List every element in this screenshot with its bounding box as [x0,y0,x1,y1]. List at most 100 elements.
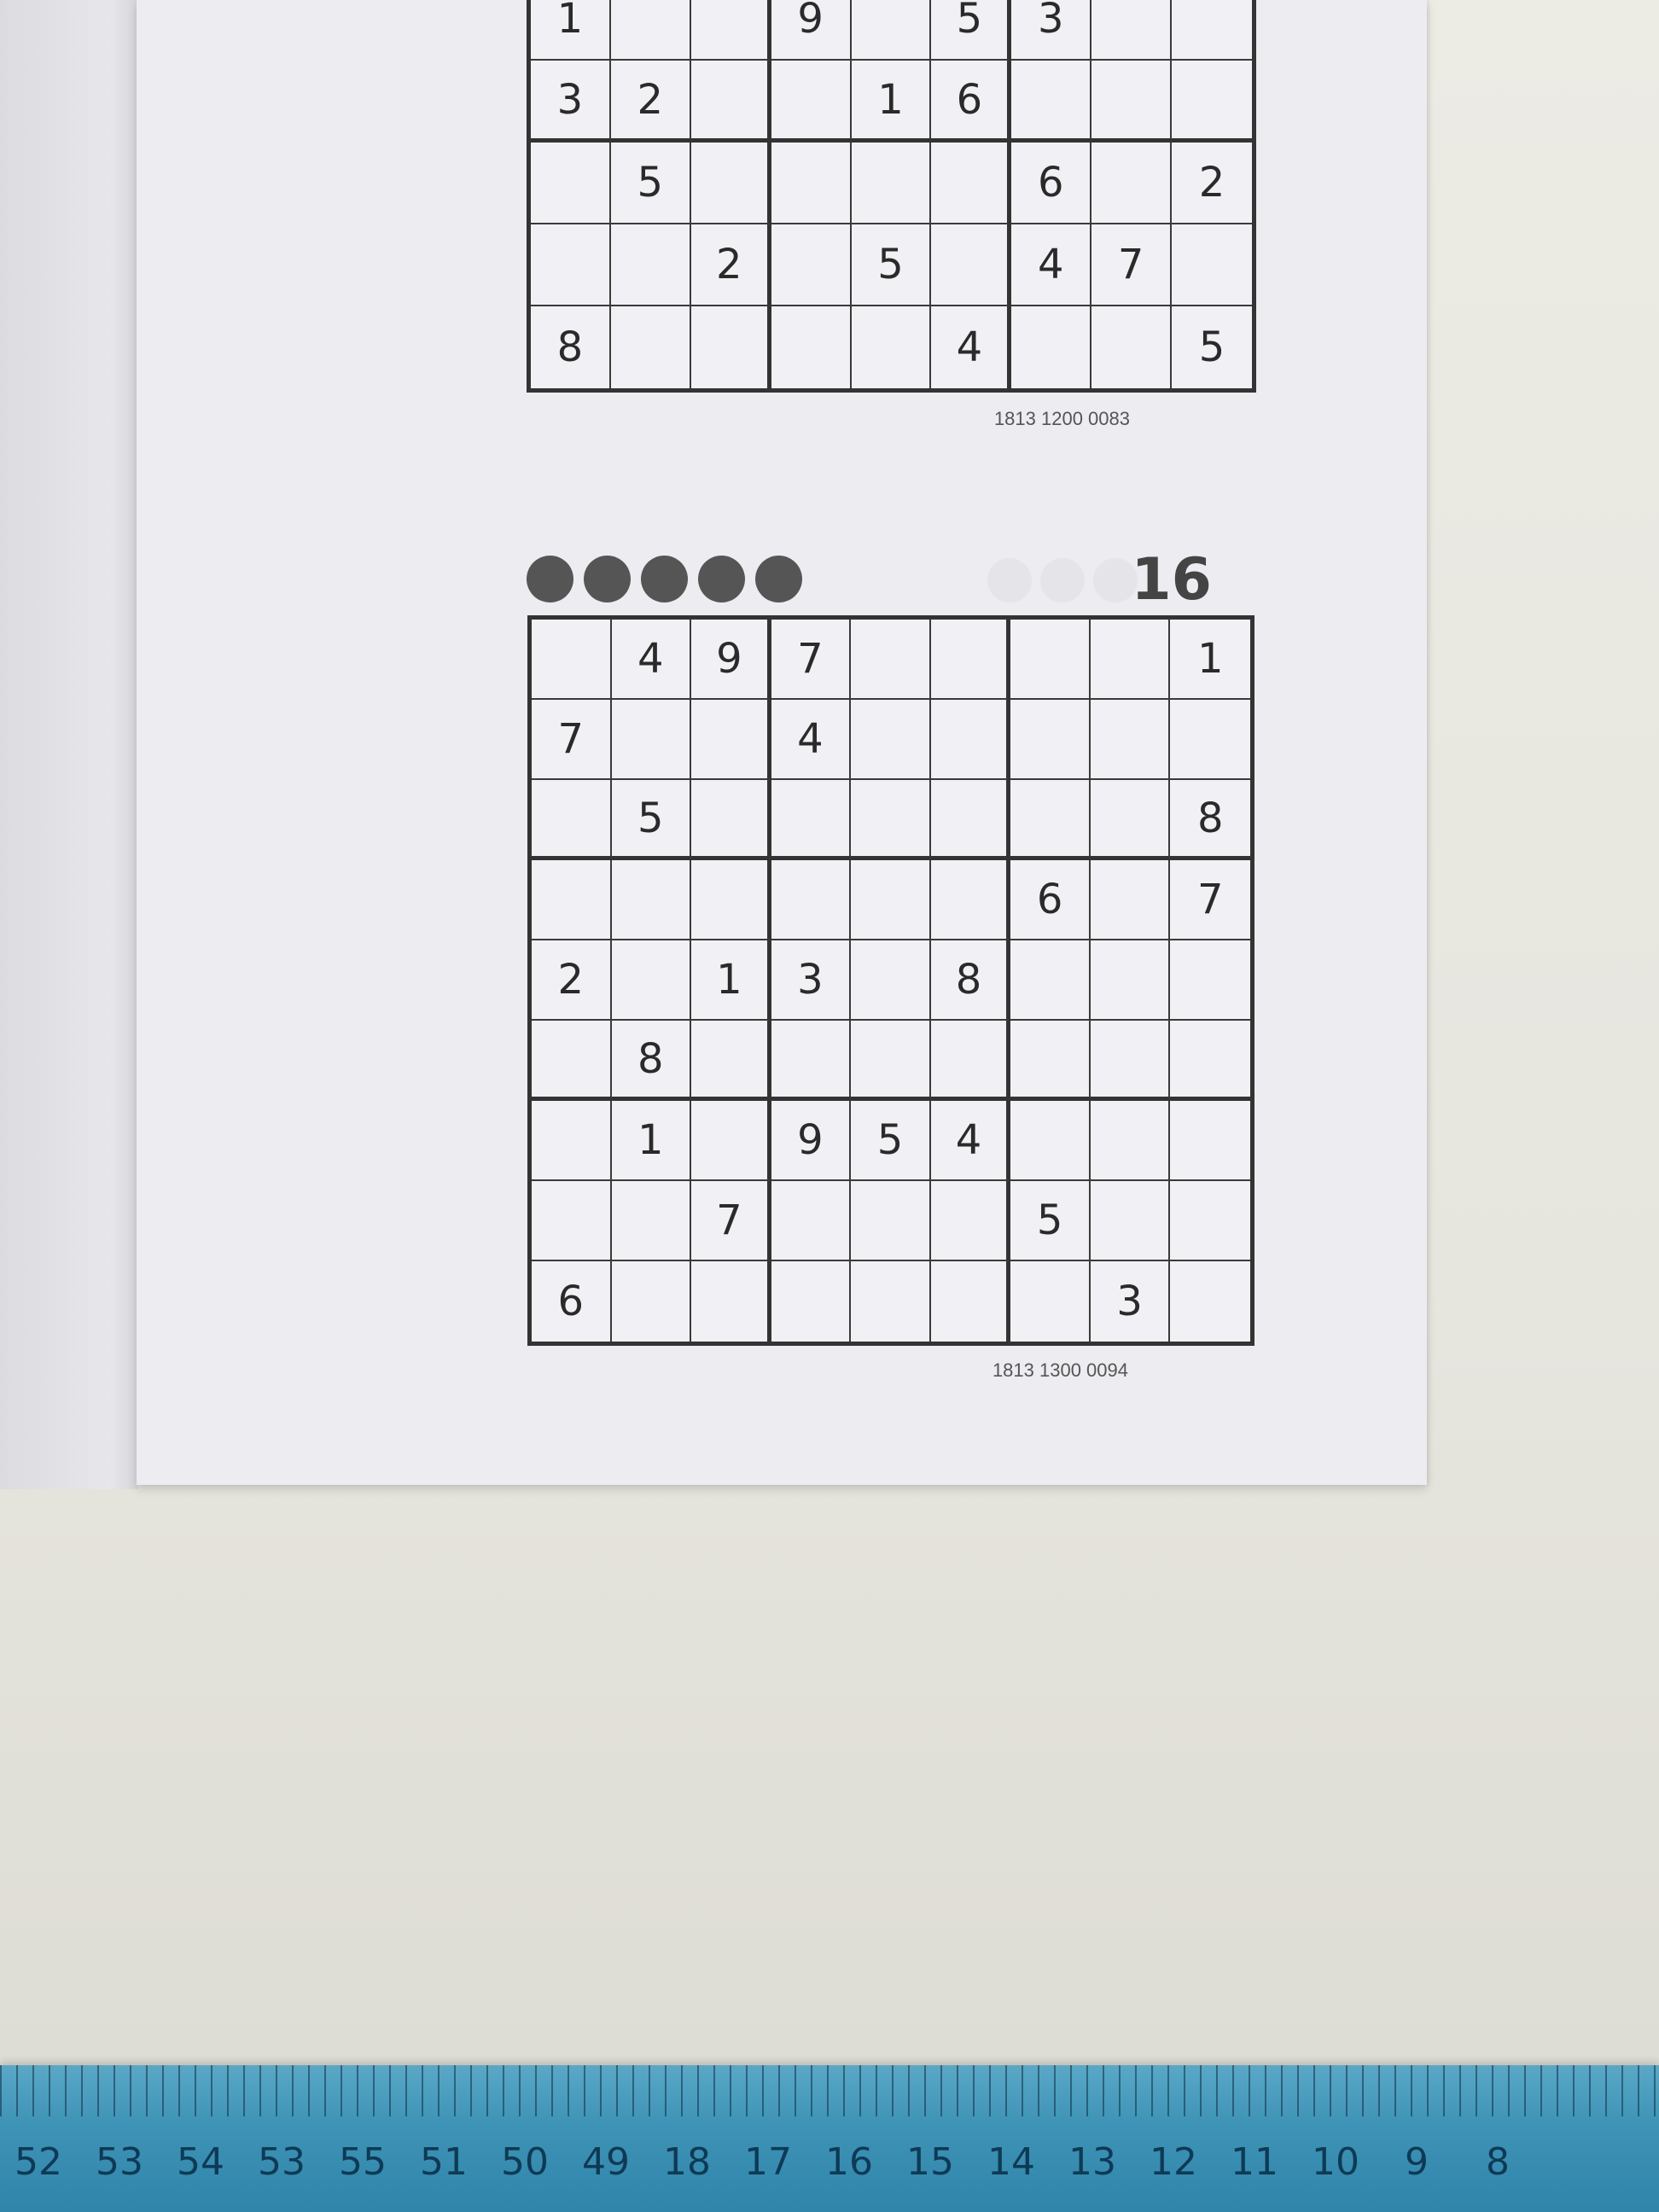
sudoku-cell [1010,1021,1091,1101]
sudoku-cell [691,780,771,860]
sudoku-cell [532,1021,612,1101]
sudoku-cell [1170,1021,1250,1101]
sudoku-cell: 9 [771,0,852,61]
sudoku-cell [691,1021,771,1101]
puzzle-code-main: 1813 1300 0094 [992,1359,1128,1381]
sudoku-cell: 2 [532,940,612,1021]
sudoku-cell: 7 [1091,224,1173,306]
sudoku-cell: 5 [851,224,932,306]
difficulty-dot [584,556,631,602]
sudoku-cell [1090,700,1171,780]
sudoku-cell [771,860,852,940]
ruler-label: 51 [420,2140,468,2184]
sudoku-cell: 5 [1198,323,1225,371]
ruler-label: 54 [177,2140,224,2184]
sudoku-cell: 5 [610,143,691,224]
difficulty-dot [641,556,688,602]
puzzle-code-top: 1813 1200 0083 [993,408,1130,429]
sudoku-cell [691,860,771,940]
ghost-dots-bleedthrough [987,558,1138,602]
sudoku-cell [771,143,852,224]
sudoku-cell [851,620,931,700]
sudoku-grid-top: 195332165622547845 [527,0,1256,393]
sudoku-cell [1010,1261,1091,1342]
sudoku-cell [1090,1101,1171,1181]
sudoku-cell: 8 [531,306,611,388]
ruler-label: 12 [1150,2140,1197,2184]
sudoku-cell: 6 [532,1261,612,1342]
ruler: 52 53 54 53 55 51 50 49 18 17 16 15 14 13 12 11 10 9 8 [0,2065,1659,2212]
sudoku-cell: 5 [931,0,1012,61]
ruler-label: 16 [825,2140,873,2184]
sudoku-cell [851,1181,931,1261]
sudoku-cell [690,143,771,224]
sudoku-cell [1090,1181,1171,1261]
sudoku-cell: 7 [532,700,612,780]
sudoku-cell: 7 [771,620,852,700]
sudoku-cell [1170,1181,1250,1261]
sudoku-cell [532,620,612,700]
sudoku-cell: 3 [771,940,852,1021]
sudoku-cell [611,940,692,1021]
sudoku-cell [930,860,1011,940]
sudoku-cell [771,224,852,306]
ruler-label: 53 [96,2140,143,2184]
sudoku-cell [1090,1021,1171,1101]
sudoku-cell: 5 [851,1101,931,1181]
sudoku-cell [1091,0,1173,61]
sudoku-cell: 5 [1010,1181,1091,1261]
ruler-label: 53 [258,2140,306,2184]
sudoku-cell [1011,61,1092,143]
difficulty-dots [527,556,802,602]
sudoku-cell [931,143,1012,224]
sudoku-cell: 8 [930,940,1011,1021]
sudoku-cell [1090,860,1171,940]
sudoku-cell [931,1261,1011,1342]
sudoku-cell [771,1021,852,1101]
sudoku-cell [1010,940,1091,1021]
sudoku-cell [1090,620,1171,700]
sudoku-cell: 4 [771,700,852,780]
sudoku-cell [1170,1101,1250,1181]
sudoku-cell [851,143,932,224]
sudoku-cell [610,224,691,306]
sudoku-cell [1170,940,1250,1021]
left-page-edge [0,0,138,1489]
sudoku-cell [930,1181,1011,1261]
sudoku-cell [930,1021,1011,1101]
difficulty-dot [527,556,573,602]
sudoku-cell [691,1101,771,1181]
sudoku-cell [691,700,771,780]
ruler-label: 11 [1231,2140,1278,2184]
ruler-label: 14 [987,2140,1035,2184]
ruler-label: 55 [339,2140,387,2184]
sudoku-cell: 7 [691,1181,771,1261]
sudoku-cell [532,1101,612,1181]
sudoku-cell [851,1021,931,1101]
difficulty-dot [755,556,802,602]
sudoku-cell: 7 [1170,860,1250,940]
sudoku-cell [852,306,932,388]
ruler-label: 15 [906,2140,954,2184]
sudoku-cell: 1 [851,61,932,143]
sudoku-cell [771,306,852,388]
sudoku-cell [1170,700,1250,780]
sudoku-cell [610,0,691,61]
sudoku-cell [691,306,771,388]
sudoku-cell: 1 [531,0,611,61]
sudoku-cell: 1 [691,940,771,1021]
sudoku-cell [532,860,612,940]
sudoku-cell [612,1261,692,1342]
sudoku-cell: 3 [531,61,611,143]
sudoku-cell [611,700,692,780]
sudoku-cell: 3 [1091,1261,1171,1342]
sudoku-cell [851,1261,931,1342]
sudoku-cell [611,306,691,388]
sudoku-cell [1010,700,1091,780]
sudoku-cell [931,224,1012,306]
sudoku-cell [1170,1261,1250,1342]
sudoku-cell [1090,940,1171,1021]
sudoku-cell [531,143,611,224]
sudoku-cell [1010,620,1091,700]
sudoku-cell: 4 [931,306,1012,388]
